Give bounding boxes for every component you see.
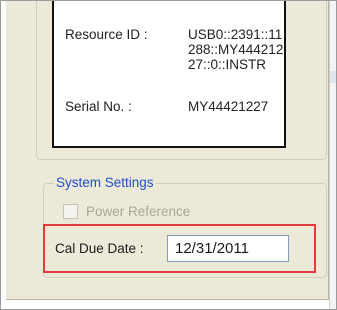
serial-number-value: MY44421227 [188,99,269,114]
serial-number-label: Serial No. : [65,99,132,114]
resource-id-label: Resource ID : [65,27,148,42]
device-info-box: Resource ID : USB0::2391::11 288::MY4442… [52,1,286,148]
cal-due-date-label: Cal Due Date : [55,241,144,256]
power-reference-checkbox[interactable] [63,204,78,219]
adjacent-panel-fragment [330,71,336,83]
resource-id-value: USB0::2391::11 288::MY444212 27::0::INST… [188,27,284,72]
system-settings-title: System Settings [54,175,156,191]
power-reference-label: Power Reference [86,204,191,219]
adjacent-panel-edge [329,1,336,309]
window-frame: Resource ID : USB0::2391::11 288::MY4442… [0,0,337,310]
cal-due-date-input[interactable] [167,235,289,262]
